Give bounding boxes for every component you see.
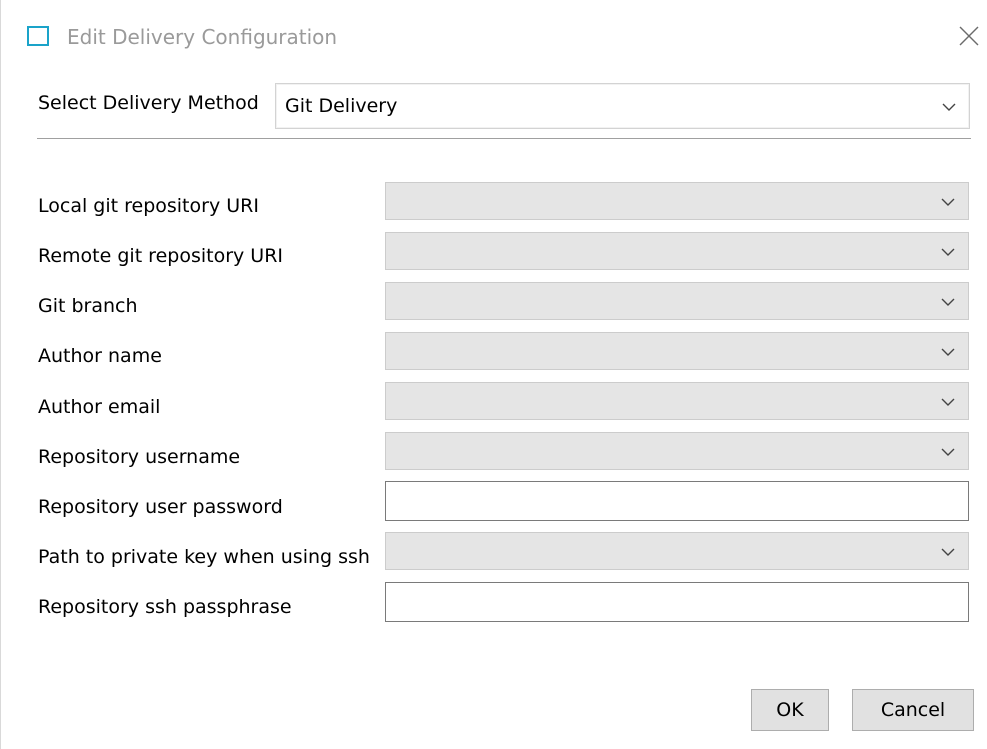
private-key-path-combo[interactable] bbox=[385, 532, 969, 570]
title-bar: Edit Delivery Configuration bbox=[1, 0, 987, 70]
repo-username-combo[interactable] bbox=[385, 432, 969, 470]
git-branch-combo[interactable] bbox=[385, 282, 969, 320]
author-name-label: Author name bbox=[38, 345, 162, 367]
cancel-button[interactable]: Cancel bbox=[852, 689, 974, 731]
delivery-method-value: Git Delivery bbox=[285, 95, 398, 117]
ssh-passphrase-field[interactable] bbox=[385, 582, 969, 622]
chevron-down-icon bbox=[940, 447, 956, 457]
dialog-title: Edit Delivery Configuration bbox=[67, 25, 338, 49]
repo-username-label: Repository username bbox=[38, 446, 241, 468]
author-name-combo[interactable] bbox=[385, 332, 969, 370]
chevron-down-icon bbox=[940, 297, 956, 307]
edit-delivery-configuration-dialog: Edit Delivery Configuration Select Deliv… bbox=[0, 0, 987, 749]
author-email-label: Author email bbox=[38, 396, 161, 418]
divider bbox=[37, 138, 971, 139]
delivery-method-label: Select Delivery Method bbox=[38, 92, 259, 114]
chevron-down-icon bbox=[940, 347, 956, 357]
local-repo-uri-label: Local git repository URI bbox=[38, 195, 259, 217]
delivery-method-select[interactable]: Git Delivery bbox=[275, 83, 970, 129]
git-branch-label: Git branch bbox=[38, 295, 138, 317]
author-email-combo[interactable] bbox=[385, 382, 969, 420]
window-icon bbox=[27, 26, 49, 46]
close-button[interactable] bbox=[951, 18, 987, 54]
chevron-down-icon bbox=[941, 102, 957, 112]
local-repo-uri-combo[interactable] bbox=[385, 182, 969, 220]
ssh-passphrase-label: Repository ssh passphrase bbox=[38, 596, 292, 618]
ok-button[interactable]: OK bbox=[751, 689, 829, 731]
remote-repo-uri-combo[interactable] bbox=[385, 232, 969, 270]
chevron-down-icon bbox=[940, 247, 956, 257]
private-key-path-label: Path to private key when using ssh bbox=[38, 546, 370, 568]
remote-repo-uri-label: Remote git repository URI bbox=[38, 245, 284, 267]
chevron-down-icon bbox=[940, 197, 956, 207]
close-icon bbox=[959, 26, 979, 46]
chevron-down-icon bbox=[940, 397, 956, 407]
repo-password-label: Repository user password bbox=[38, 496, 283, 518]
repo-password-field[interactable] bbox=[385, 481, 969, 521]
chevron-down-icon bbox=[940, 547, 956, 557]
